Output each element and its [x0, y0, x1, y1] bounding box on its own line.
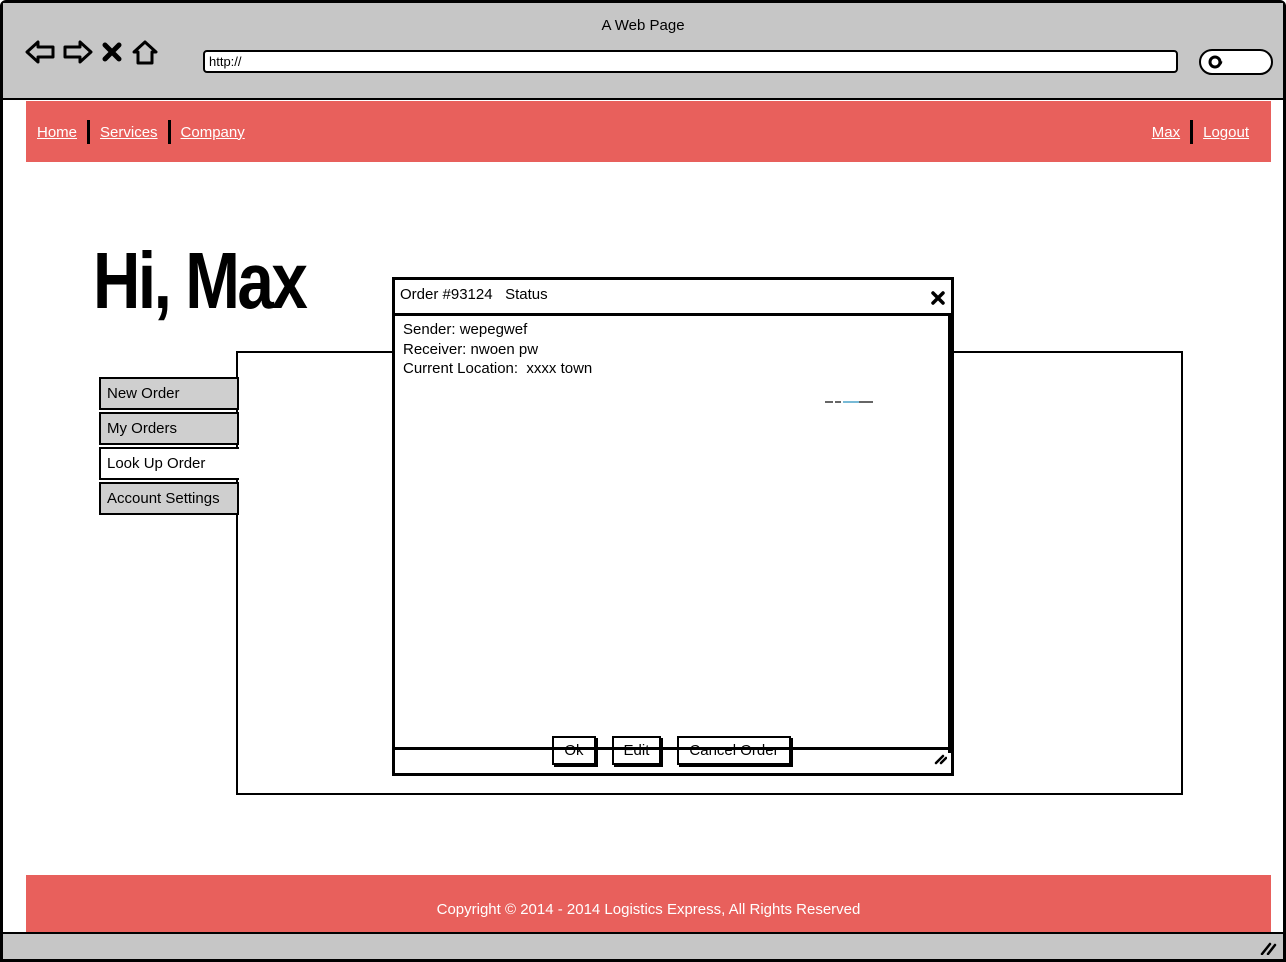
tab-my-orders[interactable]: My Orders — [99, 412, 239, 445]
browser-chrome: A Web Page http:// — [3, 3, 1283, 100]
resize-grip-icon[interactable] — [933, 751, 948, 770]
loading-indicator — [825, 391, 873, 408]
dialog-title-text: Order #93124 Status — [400, 286, 548, 303]
nav-link-company[interactable]: Company — [181, 124, 245, 141]
vertical-tabs: New Order My Orders Look Up Order Accoun… — [99, 377, 239, 517]
greeting-heading: Hi, Max — [93, 236, 308, 325]
window-resize-icon[interactable] — [1259, 939, 1277, 960]
user-nav: Max Logout — [1152, 120, 1249, 144]
receiver-text: Receiver: nwoen pw — [403, 340, 539, 358]
browser-nav-icons — [25, 37, 159, 67]
tab-account-settings[interactable]: Account Settings — [99, 482, 239, 515]
browser-search-button[interactable] — [1199, 49, 1273, 75]
order-status-dialog: Order #93124 Status Sender: wepegwef Rec… — [392, 277, 954, 776]
url-input[interactable]: http:// — [203, 50, 1178, 73]
dialog-footer — [395, 747, 951, 773]
nav-link-services[interactable]: Services — [100, 124, 158, 141]
search-icon — [1207, 55, 1225, 76]
dialog-body: Sender: wepegwef Receiver: nwoen pw Curr… — [395, 316, 951, 765]
close-icon[interactable] — [931, 286, 945, 316]
site-header: Home Services Company Max Logout — [26, 101, 1271, 162]
back-arrow-icon[interactable] — [25, 39, 55, 65]
dialog-title: Order #93124 Status — [395, 280, 951, 316]
tab-new-order[interactable]: New Order — [99, 377, 239, 410]
sender-text: Sender: wepegwef — [403, 321, 528, 338]
nav-link-home[interactable]: Home — [37, 124, 77, 141]
browser-window: A Web Page http:// Home Services Company… — [0, 0, 1286, 962]
nav-divider — [87, 120, 91, 144]
user-name-link[interactable]: Max — [1152, 124, 1180, 141]
main-nav: Home Services Company — [37, 120, 245, 144]
stop-x-icon[interactable] — [101, 41, 123, 63]
window-title: A Web Page — [601, 17, 685, 34]
current-location-text: Current Location: xxxx town — [403, 360, 593, 377]
site-footer: Copyright © 2014 - 2014 Logistics Expres… — [26, 875, 1271, 934]
nav-divider — [1190, 120, 1194, 144]
home-icon[interactable] — [131, 39, 159, 65]
forward-arrow-icon[interactable] — [63, 39, 93, 65]
nav-divider — [167, 120, 171, 144]
logout-link[interactable]: Logout — [1203, 124, 1249, 141]
tab-look-up-order[interactable]: Look Up Order — [99, 447, 239, 480]
copyright-text: Copyright © 2014 - 2014 Logistics Expres… — [436, 901, 861, 918]
browser-status-bar — [3, 932, 1283, 959]
